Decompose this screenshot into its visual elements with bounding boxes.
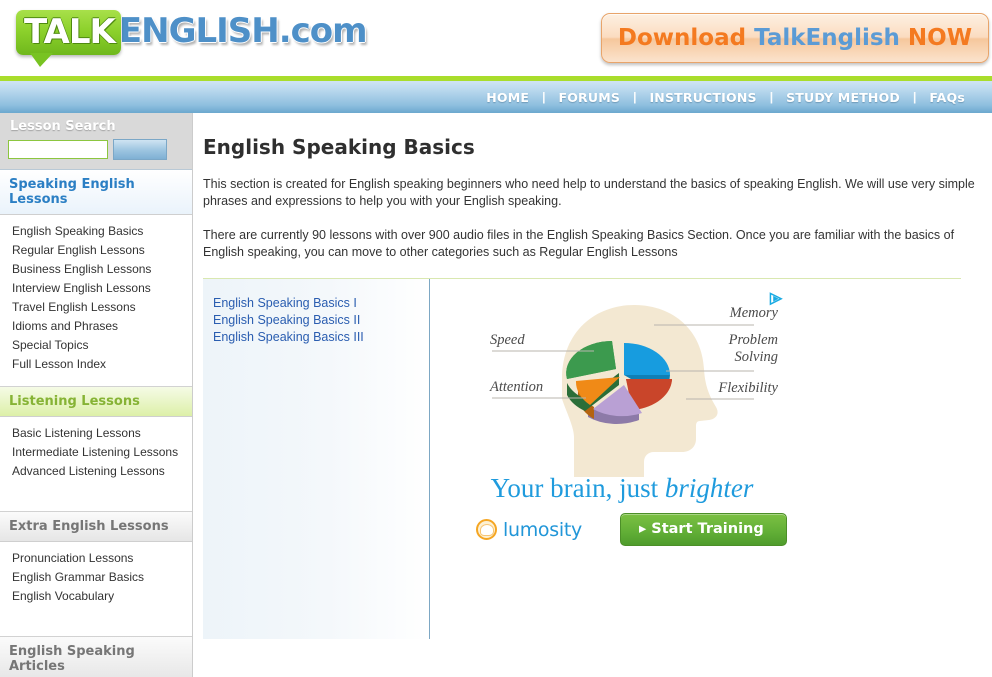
- link-english-speaking-basics-2[interactable]: English Speaking Basics II: [213, 312, 429, 329]
- ad-label-problem-line1: Problem: [728, 332, 778, 348]
- ad-label-problem-solving: Problem Solving: [729, 332, 778, 366]
- lower-content-area: English Speaking Basics I English Speaki…: [203, 279, 978, 639]
- lumosity-advertisement[interactable]: Speed Attention Memory Problem Solving F…: [454, 287, 790, 567]
- nav-separator: |: [633, 90, 637, 104]
- ad-footer-row: lumosity ▸ Start Training: [476, 513, 787, 546]
- download-label-part1: Download: [617, 25, 755, 51]
- start-training-button[interactable]: ▸ Start Training: [619, 513, 787, 546]
- sidebar-item-idioms-and-phrases[interactable]: Idioms and Phrases: [0, 317, 192, 336]
- logo-talk-text: TALK: [24, 12, 116, 52]
- sidebar-spacer: [0, 481, 192, 499]
- download-label-part3: NOW: [899, 25, 973, 51]
- sidebar-item-english-vocabulary[interactable]: English Vocabulary: [0, 587, 192, 606]
- sidebar-item-intermediate-listening-lessons[interactable]: Intermediate Listening Lessons: [0, 443, 192, 462]
- download-label-part2: TalkEnglish: [754, 25, 900, 51]
- nav-item-instructions[interactable]: INSTRUCTIONS: [636, 90, 769, 105]
- sidebar-list-extra: Pronunciation Lessons English Grammar Ba…: [0, 542, 192, 637]
- sidebar-section-header-speaking: Speaking English Lessons: [0, 170, 192, 215]
- lumosity-head-icon: [476, 519, 497, 540]
- ad-brain-figure: Speed Attention Memory Problem Solving F…: [454, 287, 790, 477]
- nav-item-faqs[interactable]: FAQs: [916, 90, 978, 105]
- site-logo[interactable]: TALK ENGLISH.com: [16, 10, 368, 67]
- sidebar-item-business-english-lessons[interactable]: Business English Lessons: [0, 260, 192, 279]
- ad-tagline-italic: brighter: [664, 473, 754, 503]
- sidebar-item-english-grammar-basics[interactable]: English Grammar Basics: [0, 568, 192, 587]
- lesson-search-title: Lesson Search: [10, 119, 116, 134]
- download-talkenglish-button[interactable]: Download TalkEnglish NOW: [601, 13, 989, 63]
- intro-paragraph-1: This section is created for English spea…: [203, 177, 975, 208]
- sidebar-item-travel-english-lessons[interactable]: Travel English Lessons: [0, 298, 192, 317]
- lesson-links-column: English Speaking Basics I English Speaki…: [203, 279, 430, 639]
- intro-paragraph-2: There are currently 90 lessons with over…: [203, 228, 955, 259]
- page-title: English Speaking Basics: [203, 135, 475, 159]
- nav-separator: |: [912, 90, 917, 104]
- lesson-search-input[interactable]: [8, 140, 108, 159]
- sidebar-item-interview-english-lessons[interactable]: Interview English Lessons: [0, 279, 192, 298]
- lesson-search-button[interactable]: [113, 139, 167, 160]
- link-english-speaking-basics-3[interactable]: English Speaking Basics III: [213, 329, 429, 346]
- logo-english-text: ENGLISH.com: [118, 11, 368, 51]
- ad-tagline: Your brain, just brighter: [454, 473, 790, 504]
- sidebar-spacer: [0, 606, 192, 624]
- sidebar-item-basic-listening-lessons[interactable]: Basic Listening Lessons: [0, 424, 192, 443]
- nav-item-forums[interactable]: FORUMS: [545, 90, 633, 105]
- lumosity-logo[interactable]: lumosity: [476, 519, 582, 541]
- sidebar-item-english-speaking-basics[interactable]: English Speaking Basics: [0, 222, 192, 241]
- sidebar-section-header-articles: English Speaking Articles: [0, 637, 192, 677]
- lesson-search-box: Lesson Search: [0, 113, 192, 170]
- sidebar-item-special-topics[interactable]: Special Topics: [0, 336, 192, 355]
- nav-separator: |: [542, 90, 546, 104]
- ad-label-problem-line2: Solving: [734, 349, 779, 365]
- page-root: TALK ENGLISH.com Download TalkEnglish NO…: [0, 0, 992, 677]
- ad-tagline-plain: Your brain, just: [490, 473, 665, 503]
- nav-item-home[interactable]: HOME: [473, 90, 542, 105]
- sidebar-item-pronunciation-lessons[interactable]: Pronunciation Lessons: [0, 549, 192, 568]
- site-header: TALK ENGLISH.com Download TalkEnglish NO…: [0, 0, 992, 76]
- sidebar-list-listening: Basic Listening Lessons Intermediate Lis…: [0, 417, 192, 512]
- sidebar-list-speaking: English Speaking Basics Regular English …: [0, 215, 192, 387]
- sidebar: Lesson Search Speaking English Lessons E…: [0, 113, 193, 677]
- sidebar-item-full-lesson-index[interactable]: Full Lesson Index: [0, 355, 192, 374]
- logo-speech-bubble: TALK: [16, 10, 121, 67]
- lumosity-brand-text: lumosity: [503, 518, 582, 541]
- main-navigation: HOME | FORUMS | INSTRUCTIONS | STUDY MET…: [0, 81, 992, 113]
- nav-item-study-method[interactable]: STUDY METHOD: [773, 90, 913, 105]
- link-english-speaking-basics-1[interactable]: English Speaking Basics I: [213, 295, 429, 312]
- ad-label-attention: Attention: [490, 379, 544, 395]
- sidebar-section-header-extra: Extra English Lessons: [0, 512, 192, 542]
- sidebar-section-header-listening: Listening Lessons: [0, 387, 192, 417]
- sidebar-item-advanced-listening-lessons[interactable]: Advanced Listening Lessons: [0, 462, 192, 481]
- nav-separator: |: [769, 90, 774, 104]
- ad-label-speed: Speed: [490, 332, 525, 348]
- body-wrapper: Lesson Search Speaking English Lessons E…: [0, 113, 992, 677]
- main-content: English Speaking Basics This section is …: [193, 113, 992, 677]
- ad-label-flexibility: Flexibility: [718, 380, 778, 396]
- sidebar-item-regular-english-lessons[interactable]: Regular English Lessons: [0, 241, 192, 260]
- ad-label-memory: Memory: [729, 305, 778, 321]
- lesson-search-row: [8, 139, 184, 160]
